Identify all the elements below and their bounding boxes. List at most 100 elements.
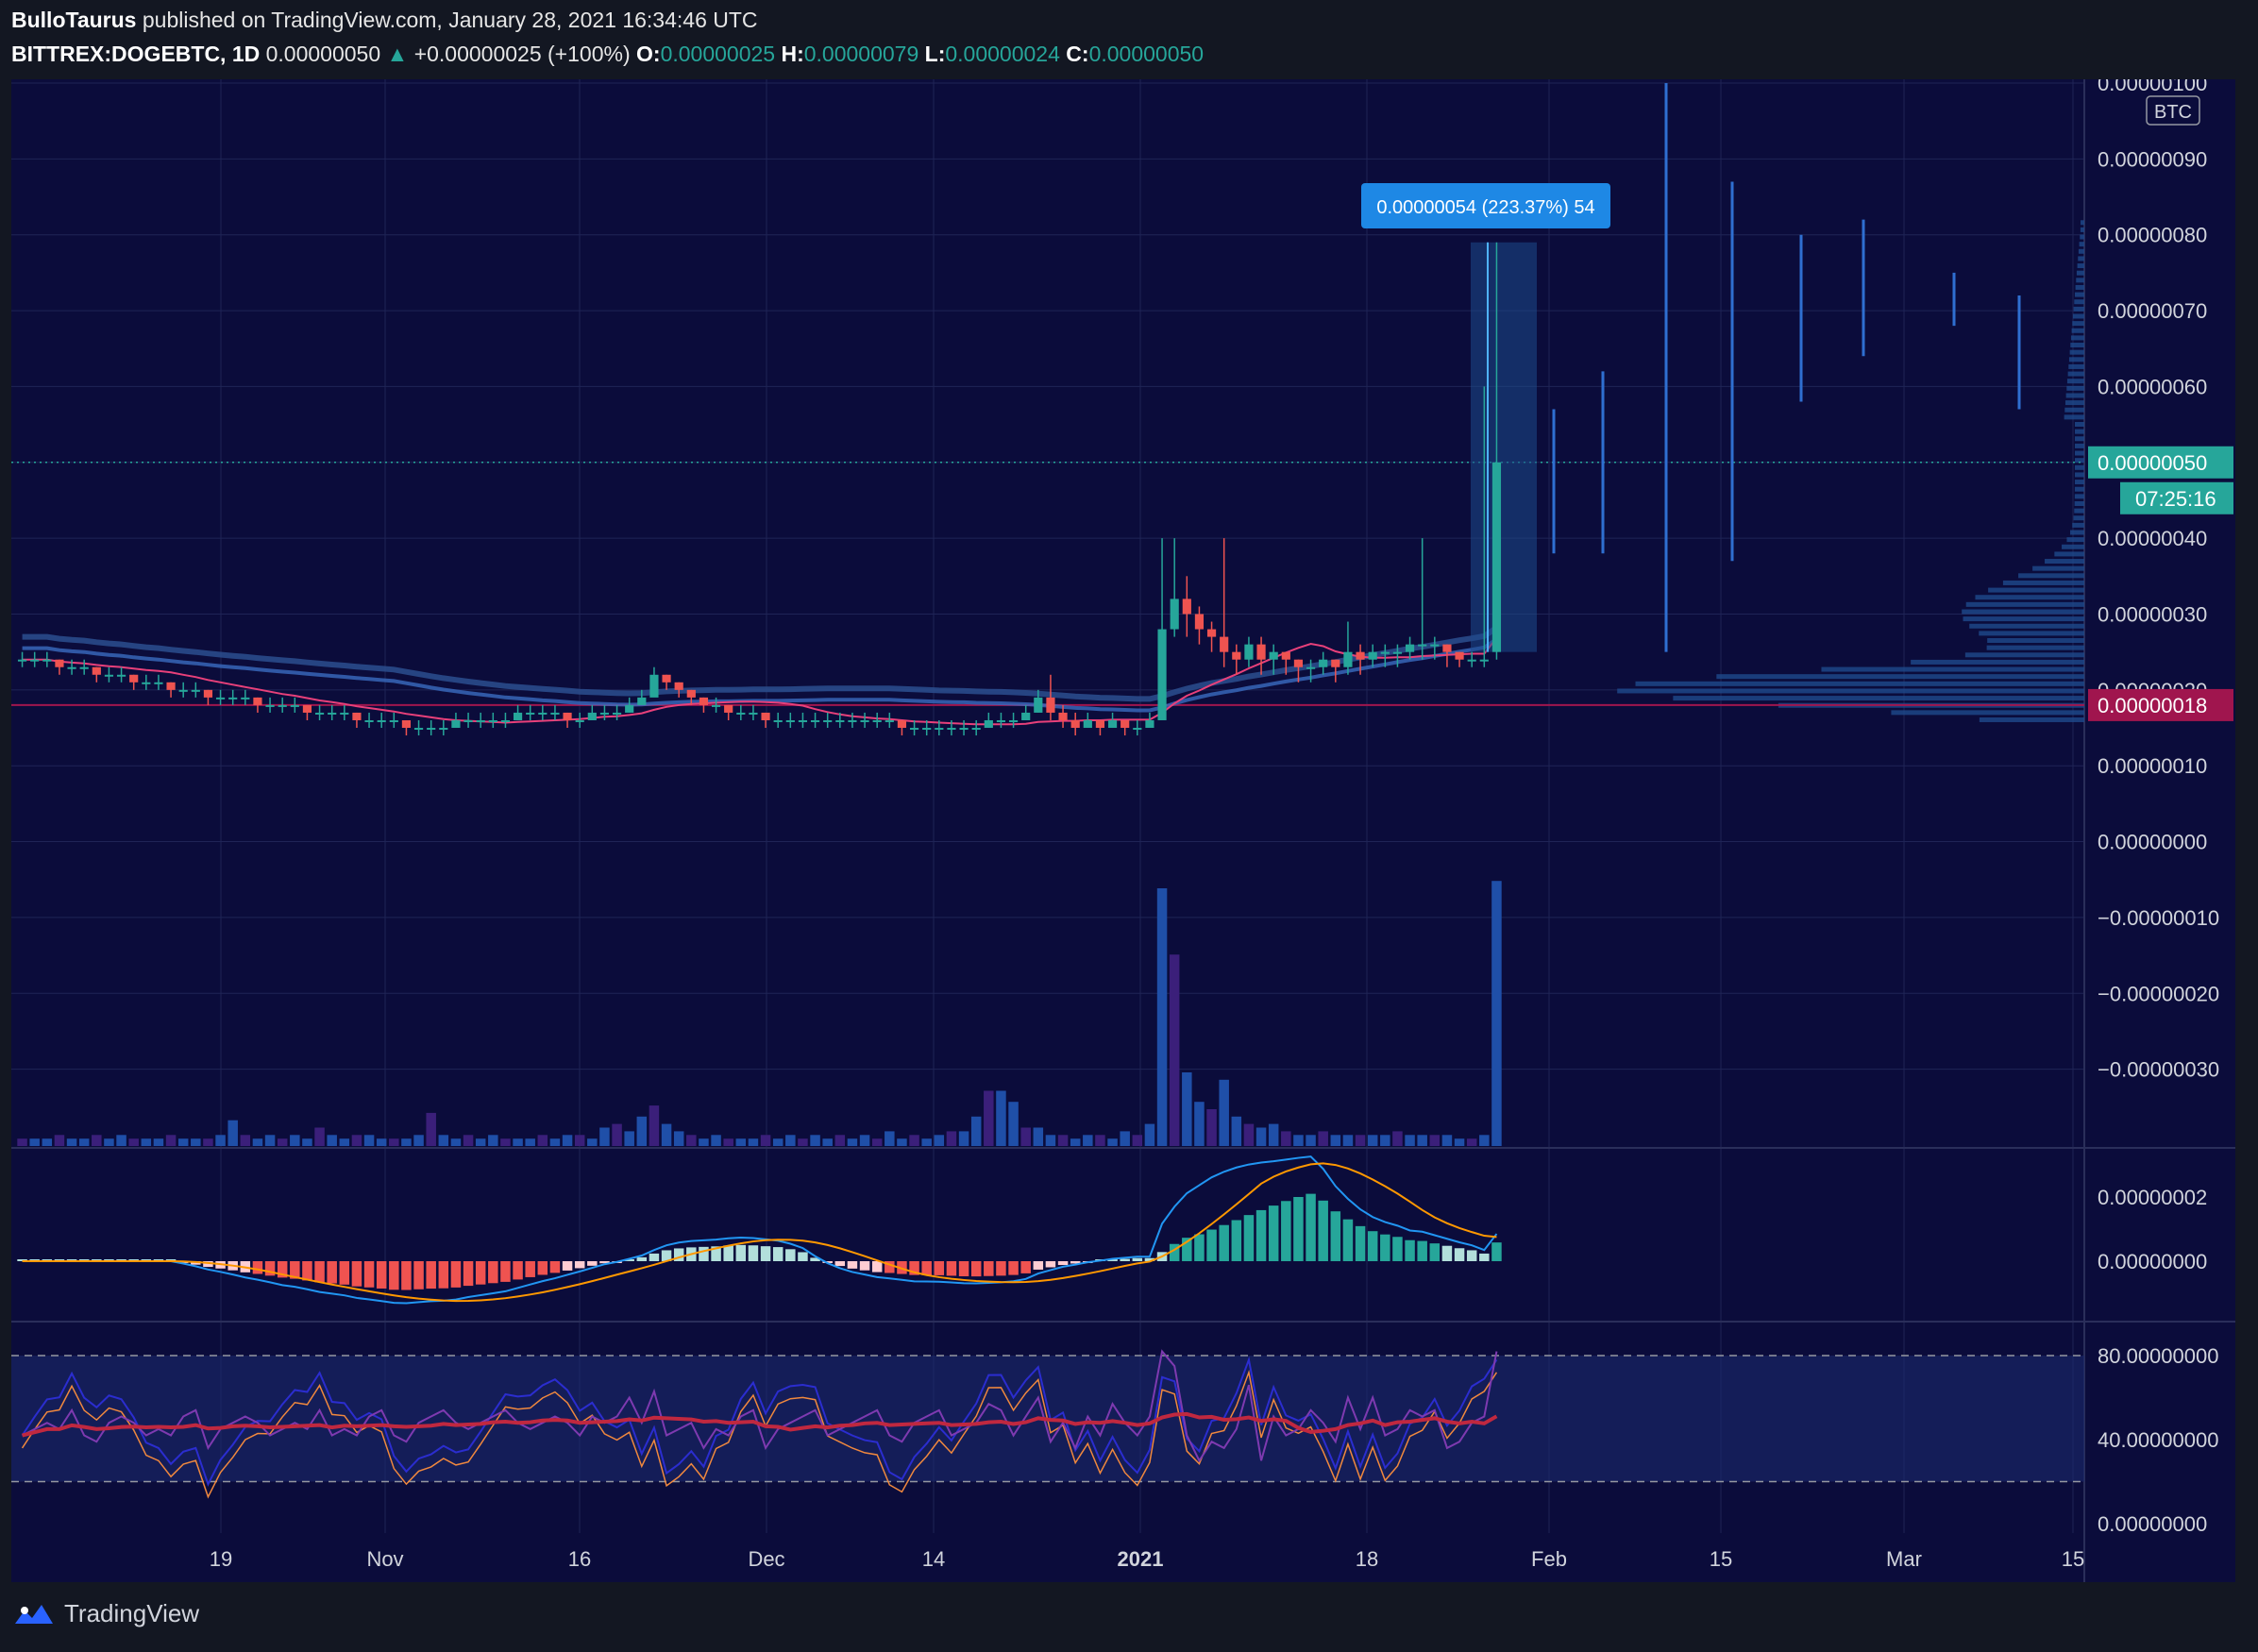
volume-bar xyxy=(1268,1123,1279,1146)
volume-bar xyxy=(450,1138,462,1146)
volume-bar xyxy=(1206,1109,1217,1146)
macd-histogram-bar xyxy=(1479,1253,1490,1261)
time-axis-label: 14 xyxy=(922,1547,945,1571)
footer-brand[interactable]: TradingView xyxy=(13,1599,199,1628)
profile-bar xyxy=(1979,631,2084,636)
macd-histogram-bar xyxy=(513,1261,523,1280)
profile-bar xyxy=(2066,379,2084,384)
volume-bar xyxy=(1355,1135,1366,1146)
candle-body xyxy=(599,712,610,715)
volume-bar xyxy=(537,1135,548,1146)
volume-bar xyxy=(934,1135,945,1146)
candle-body xyxy=(848,719,857,722)
volume-bar xyxy=(177,1138,189,1146)
macd-histogram-bar xyxy=(525,1261,535,1277)
volume-bar xyxy=(661,1123,672,1146)
price-axis-label: 0.00000000 xyxy=(2098,831,2207,854)
macd-histogram-bar xyxy=(1405,1239,1415,1261)
price-axis-label: −0.00000010 xyxy=(2098,906,2219,930)
chart-area[interactable]: 0.00000054 (223.37%) 54 0.00000100 0.0000… xyxy=(11,72,2235,1582)
candle-body xyxy=(1157,629,1167,720)
volume-bar xyxy=(1441,1135,1453,1146)
candle-body xyxy=(439,728,448,731)
candle-body xyxy=(389,719,398,722)
brand-name: TradingView xyxy=(64,1599,200,1627)
candle-body xyxy=(1467,659,1476,662)
profile-bar xyxy=(2070,335,2084,341)
time-axis-label: Feb xyxy=(1531,1547,1567,1571)
profile-bar xyxy=(1975,595,2084,600)
candle-body xyxy=(872,719,882,722)
macd-histogram-bar xyxy=(488,1261,498,1284)
candle-body xyxy=(1256,644,1266,660)
candle-body xyxy=(513,712,523,720)
macd-histogram-bar xyxy=(636,1256,648,1261)
profile-bar xyxy=(1987,638,2084,644)
measure-tool: 0.00000054 (223.37%) 54 xyxy=(1361,183,1610,652)
candle-body xyxy=(116,674,126,677)
macd-histogram-bar xyxy=(1231,1220,1242,1261)
macd-histogram-bar xyxy=(562,1261,573,1271)
profile-bar xyxy=(1979,716,2084,722)
macd-histogram-bar xyxy=(1367,1231,1378,1261)
ma-ribbon xyxy=(22,625,1499,726)
macd-histogram-bar xyxy=(1281,1201,1291,1261)
profile-bar xyxy=(1962,609,2084,615)
macd-histogram-bar xyxy=(1306,1193,1316,1261)
volume-bar xyxy=(735,1138,747,1146)
candle-body xyxy=(1220,636,1229,652)
profile-bar xyxy=(1716,674,2084,680)
candle-body xyxy=(104,674,114,677)
candle-body xyxy=(1392,651,1403,654)
macd-histogram-bar xyxy=(1342,1219,1354,1261)
profile-bar xyxy=(2074,508,2084,514)
macd-histogram-bar xyxy=(798,1252,808,1261)
candle-body xyxy=(1008,719,1019,722)
profile-bar xyxy=(2032,565,2084,571)
volume-bar xyxy=(1479,1135,1490,1146)
volume-bar xyxy=(996,1090,1006,1146)
volume-bar xyxy=(686,1135,697,1146)
candle-body xyxy=(1418,644,1427,647)
profile-bar xyxy=(2074,472,2084,478)
macd-histogram-bar xyxy=(649,1253,660,1261)
chart-svg[interactable]: 0.00000054 (223.37%) 54 0.000001000.0000… xyxy=(11,72,2235,1582)
volume-bar xyxy=(438,1135,449,1146)
macd-histogram-bar xyxy=(934,1261,945,1275)
candle-body xyxy=(488,719,497,722)
candles xyxy=(17,242,1502,736)
volume-bar xyxy=(1070,1138,1081,1146)
macd-histogram-bar xyxy=(984,1261,994,1276)
volume-bar xyxy=(946,1131,957,1146)
candle-body xyxy=(1083,719,1092,729)
candle-body xyxy=(79,666,89,669)
candle-body xyxy=(166,682,176,690)
close-value: 0.00000050 xyxy=(1088,42,1205,66)
volume-profile xyxy=(11,83,2084,722)
profile-bar xyxy=(2075,436,2084,442)
candle-body xyxy=(1095,719,1105,729)
volume-bar xyxy=(909,1135,919,1146)
time-axis-label: Dec xyxy=(748,1547,784,1571)
macd-histogram-bar xyxy=(970,1261,982,1277)
profile-bar xyxy=(2078,248,2084,254)
profile-bar xyxy=(2018,573,2084,579)
macd-histogram-bar xyxy=(587,1261,598,1266)
candle-body xyxy=(996,719,1006,722)
candle-body xyxy=(401,719,412,729)
volume-bar xyxy=(1219,1079,1229,1146)
volume-bar xyxy=(363,1135,375,1146)
volume-bar xyxy=(785,1135,796,1146)
candle-body xyxy=(1491,462,1502,652)
volume-bar xyxy=(970,1116,982,1146)
candle-body xyxy=(1133,728,1142,731)
candle-body xyxy=(377,719,386,722)
volume-bar xyxy=(153,1138,164,1146)
author-name[interactable]: BulloTaurus xyxy=(11,8,136,32)
candle-body xyxy=(1021,712,1031,720)
volume-bar xyxy=(1293,1135,1304,1146)
candle-body xyxy=(1455,651,1464,660)
volume-bar xyxy=(772,1138,784,1146)
volume-bar xyxy=(1330,1135,1341,1146)
ma-short xyxy=(22,637,1498,726)
